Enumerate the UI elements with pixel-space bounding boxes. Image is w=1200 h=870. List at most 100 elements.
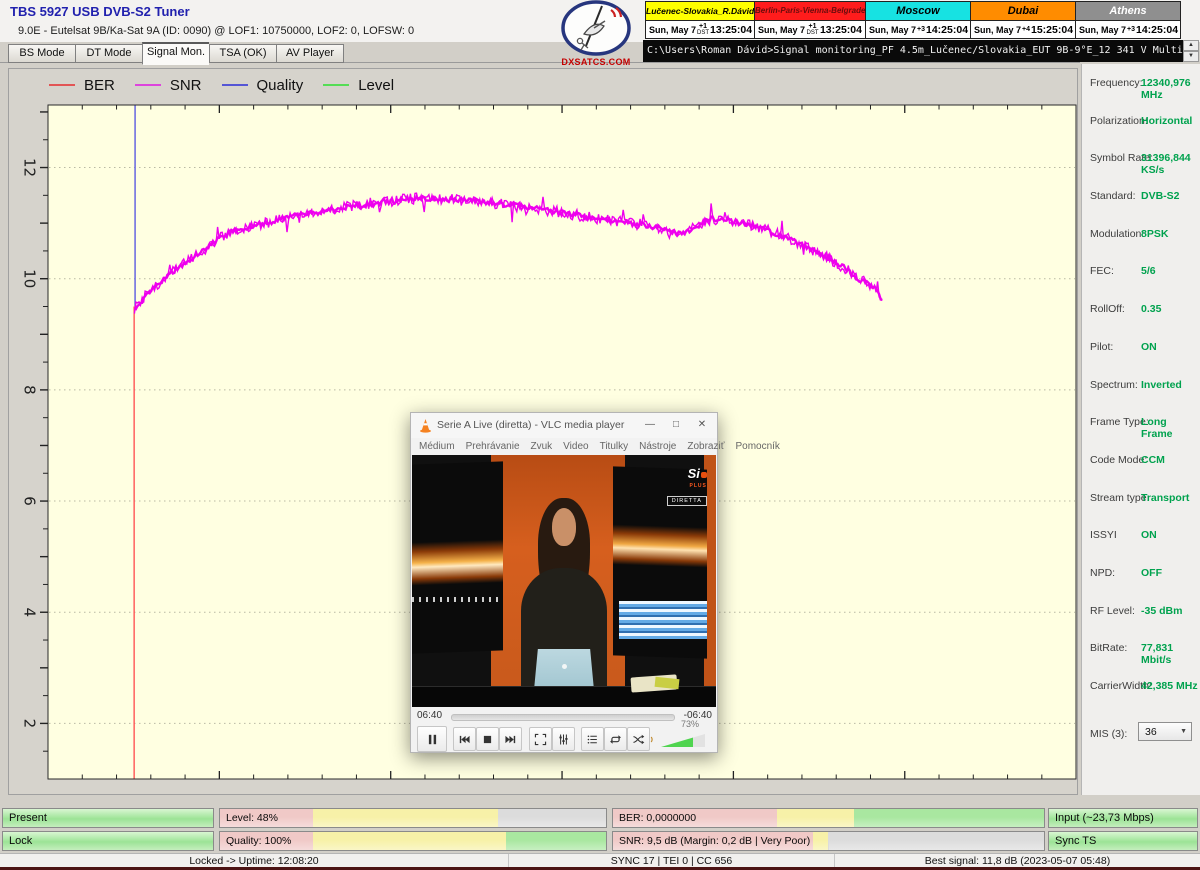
pause-button[interactable] — [417, 726, 447, 752]
vlc-video-frame[interactable]: Si PLUS DIRETTA — [412, 455, 716, 707]
tab-av-player[interactable]: AV Player — [276, 44, 344, 63]
sync-ts-indicator: Sync TS — [1048, 831, 1198, 851]
legend-item-quality: Quality — [222, 77, 304, 94]
world-clocks: Lučenec-Slovakia_R.DávidSun, May 7+1DST1… — [645, 1, 1181, 39]
vlc-menu-zvuk[interactable]: Zvuk — [531, 438, 553, 455]
param-label: ISSYI — [1090, 529, 1117, 541]
live-badge: DIRETTA — [667, 496, 707, 506]
random-button[interactable] — [627, 727, 650, 751]
app-window: TBS 5927 USB DVB-S2 Tuner 9.0E - Eutelsa… — [0, 0, 1200, 870]
scroll-down-icon[interactable]: ▼ — [1183, 51, 1199, 62]
param-label: Modulation: — [1090, 228, 1144, 240]
param-spectrum: Spectrum:Inverted — [1082, 376, 1200, 414]
meter-zone — [498, 809, 606, 827]
next-icon — [504, 733, 517, 746]
y-axis-label: 8 — [21, 385, 39, 395]
console-scrollbar[interactable]: ▲ ▼ — [1183, 40, 1199, 62]
param-value: 12340,976 MHz — [1141, 77, 1200, 101]
previous-button[interactable] — [453, 727, 476, 751]
elapsed-time: 06:40 — [417, 710, 442, 721]
meter-zone — [813, 832, 828, 850]
fullscreen-icon — [534, 733, 547, 746]
param-value: Long Frame — [1141, 416, 1200, 440]
fullscreen-button[interactable] — [529, 727, 552, 751]
param-label: MIS (3): — [1090, 728, 1127, 740]
clock-time: Sun, May 7+1DST13:25:04 — [646, 21, 754, 38]
clock-time: Sun, May 7+415:25:04 — [971, 21, 1075, 38]
parameters-sidebar: Frequency:12340,976 MHzPolarization:Hori… — [1081, 64, 1200, 795]
close-icon[interactable]: ✕ — [689, 413, 715, 437]
previous-icon — [458, 733, 471, 746]
vlc-menu-m-dium[interactable]: Médium — [419, 438, 455, 455]
command-console[interactable]: C:\Users\Roman Dávid>Signal monitoring_P… — [643, 40, 1183, 62]
param-label: FEC: — [1090, 265, 1114, 277]
param-pilot: Pilot:ON — [1082, 338, 1200, 376]
param-value: 42,385 MHz — [1141, 680, 1198, 692]
y-axis-label: 10 — [21, 269, 39, 288]
param-value: -35 dBm — [1141, 605, 1182, 617]
playlist-icon — [586, 733, 599, 746]
tab-dt-mode[interactable]: DT Mode — [75, 44, 142, 63]
param-value: Horizontal — [1141, 115, 1192, 127]
param-modulation: Modulation:8PSK — [1082, 225, 1200, 263]
satellite-info: 9.0E - Eutelsat 9B/Ka-Sat 9A (ID: 0090) … — [18, 25, 414, 37]
dxsatcs-logo: DXSATCS.COM — [558, 0, 634, 67]
vlc-menu-video[interactable]: Video — [563, 438, 588, 455]
satellite-dish-icon — [558, 0, 634, 56]
app-title: TBS 5927 USB DVB-S2 Tuner — [10, 4, 190, 19]
presenter-face — [552, 508, 576, 546]
param-fec: FEC:5/6 — [1082, 262, 1200, 300]
vlc-menu-n-stroje[interactable]: Nástroje — [639, 438, 676, 455]
param-label: Frame Type: — [1090, 416, 1149, 428]
tab-strip: BS ModeDT ModeSignal Mon.TSA (OK)AV Play… — [8, 44, 344, 65]
stop-button[interactable] — [476, 727, 499, 751]
channel-logo: Si PLUS DIRETTA — [667, 465, 707, 507]
extended-settings-button[interactable] — [552, 727, 575, 751]
param-label: BitRate: — [1090, 642, 1127, 654]
param-value: Transport — [1141, 492, 1189, 504]
tab-tsa-ok[interactable]: TSA (OK) — [209, 44, 276, 63]
legend-line-icon — [49, 84, 75, 86]
level-meter: Level: 48% — [219, 808, 607, 828]
param-value: Inverted — [1141, 379, 1182, 391]
param-value: 77,831 Mbit/s — [1141, 642, 1200, 666]
legend-item-level: Level — [323, 77, 394, 94]
legend-item-ber: BER — [49, 77, 115, 94]
channel-logo-sub: PLUS — [667, 483, 707, 489]
meter-zone — [506, 832, 606, 850]
vlc-titlebar[interactable]: Serie A Live (diretta) - VLC media playe… — [411, 413, 717, 438]
loop-button[interactable] — [604, 727, 627, 751]
vlc-menu-titulky[interactable]: Titulky — [600, 438, 629, 455]
status-bar: Locked -> Uptime: 12:08:20 SYNC 17 | TEI… — [0, 853, 1200, 868]
tab-bs-mode[interactable]: BS Mode — [8, 44, 75, 63]
vlc-menu-zobrazi[interactable]: Zobraziť — [687, 438, 724, 455]
snr-meter: SNR: 9,5 dB (Margin: 0,2 dB | Very Poor) — [612, 831, 1045, 851]
mis-select[interactable]: 36▼ — [1138, 722, 1192, 741]
lock-indicator: Lock — [2, 831, 214, 851]
sync-counters: SYNC 17 | TEI 0 | CC 656 — [509, 854, 835, 868]
clock-berlin-paris-vienna-belgrade: Berlin-Paris-Vienna-BelgradeSun, May 7+1… — [755, 2, 866, 38]
vlc-controls-row: 73% — [411, 725, 717, 753]
volume-slider[interactable] — [661, 734, 705, 747]
param-polarization: Polarization:Horizontal — [1082, 112, 1200, 150]
seek-bar[interactable] — [451, 714, 675, 721]
tab-signal-mon[interactable]: Signal Mon. — [142, 42, 209, 65]
stop-icon — [481, 733, 494, 746]
next-button[interactable] — [499, 727, 522, 751]
playlist-button[interactable] — [581, 727, 604, 751]
param-value: DVB-S2 — [1141, 190, 1180, 202]
param-label: Polarization: — [1090, 115, 1148, 127]
param-value: 31396,844 KS/s — [1141, 152, 1200, 176]
maximize-icon[interactable]: □ — [663, 413, 689, 437]
vlc-menubar: Médium Prehrávanie Zvuk Video Titulky Nástroj… — [411, 438, 717, 455]
scroll-up-icon[interactable]: ▲ — [1183, 40, 1199, 51]
minimize-icon[interactable]: — — [637, 413, 663, 437]
y-axis-label: 12 — [21, 158, 39, 177]
param-value: ON — [1141, 529, 1157, 541]
vlc-menu-prehr-vanie[interactable]: Prehrávanie — [466, 438, 520, 455]
vlc-menu-pomocn-k[interactable]: Pomocník — [735, 438, 779, 455]
param-label: NPD: — [1090, 567, 1115, 579]
input-indicator: Input (~23,73 Mbps) — [1048, 808, 1198, 828]
clock-city: Berlin-Paris-Vienna-Belgrade — [755, 2, 865, 21]
vlc-cone-icon — [418, 418, 433, 433]
